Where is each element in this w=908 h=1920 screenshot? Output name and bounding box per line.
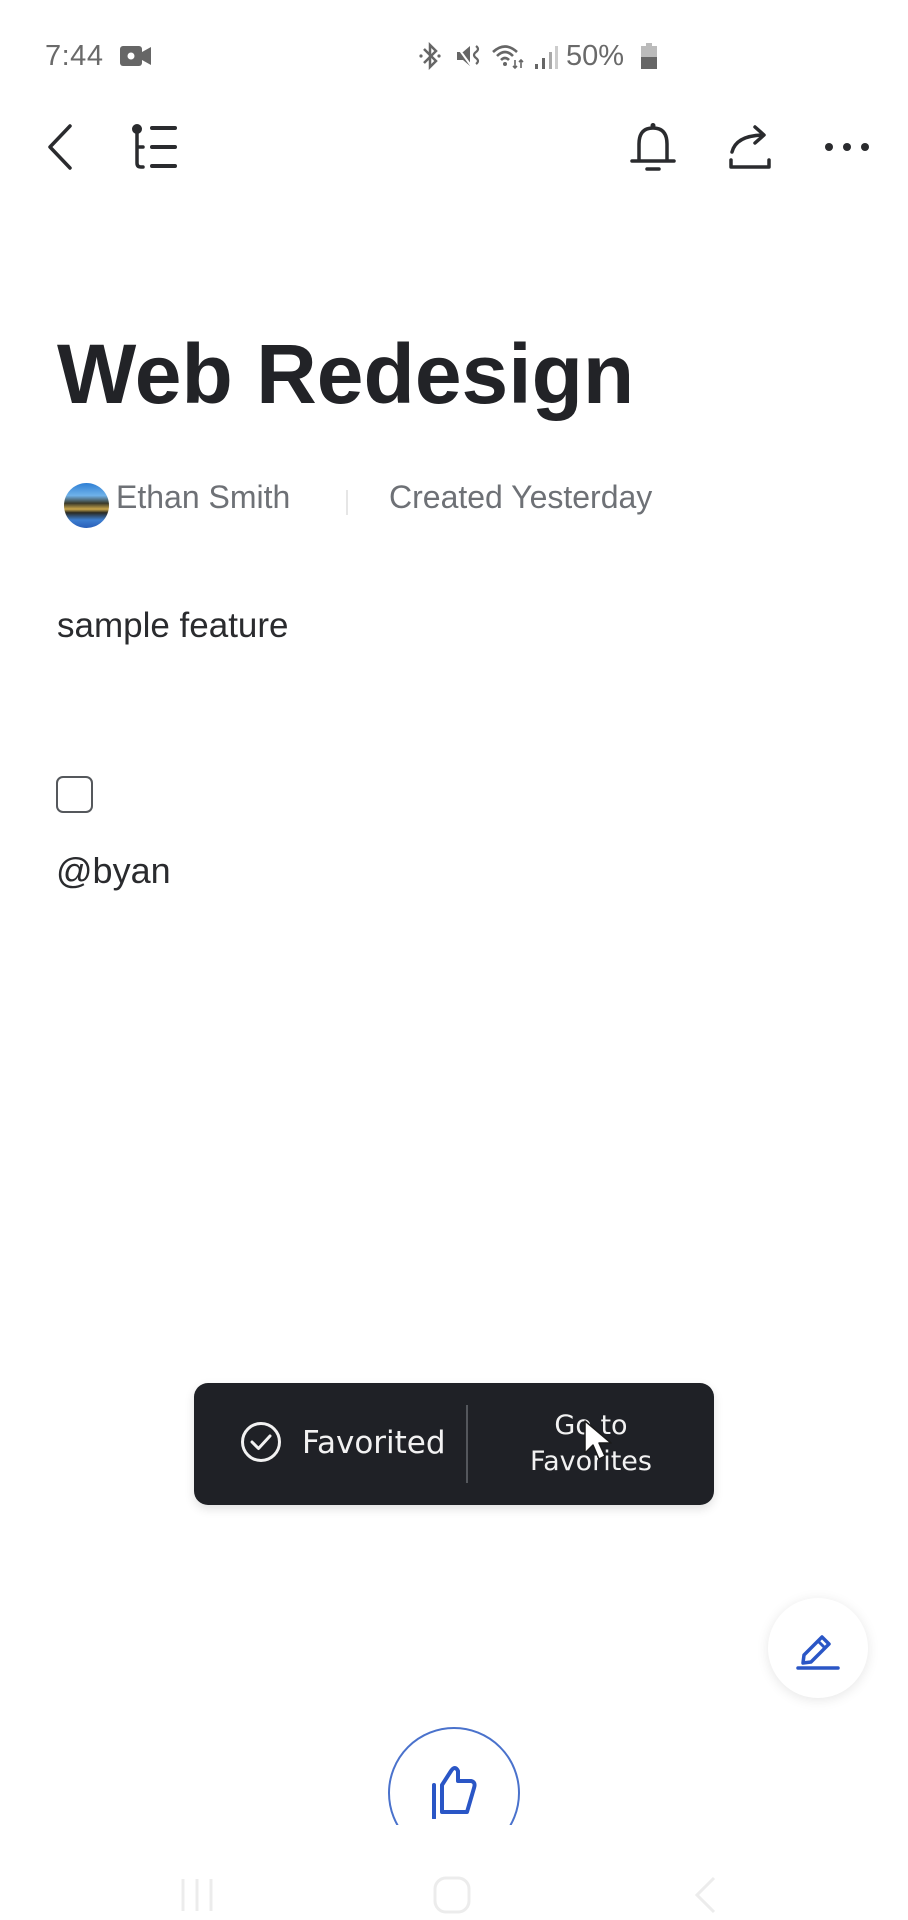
home-button[interactable] [422,1872,482,1918]
mute-vibrate-icon [455,44,480,68]
recents-button[interactable] [167,1872,227,1918]
notification-button[interactable] [620,116,686,178]
bell-icon [630,123,676,171]
share-button[interactable] [718,116,784,178]
back-icon [48,124,72,170]
mention[interactable]: @byan [56,850,171,892]
outline-button[interactable] [124,116,184,178]
todo-checkbox[interactable] [56,776,93,813]
pencil-icon [796,1635,840,1670]
like-area [380,1720,528,1825]
battery-percent: 50% [566,40,625,72]
more-options-button[interactable] [812,116,882,178]
outline-icon [132,124,177,169]
system-back-button[interactable] [675,1872,735,1918]
created-date: Created Yesterday [389,479,653,515]
wifi-icon [492,45,524,70]
more-icon [825,143,869,151]
share-icon [729,125,771,169]
body-text[interactable]: sample feature [57,606,289,646]
mouse-cursor-icon [584,1420,612,1460]
meta-divider [346,490,348,515]
favorited-toast: Favorited Go to Favorites [194,1383,714,1505]
check-circle-icon [241,1422,281,1462]
avatar[interactable] [64,483,109,528]
home-icon [433,1876,471,1914]
toast-message: Favorited [302,1425,446,1461]
edit-fab[interactable] [768,1598,868,1698]
author-name[interactable]: Ethan Smith [116,479,290,516]
bluetooth-icon [419,42,441,70]
page-title: Web Redesign [57,327,635,421]
like-button[interactable] [388,1727,520,1825]
back-button[interactable] [36,116,84,178]
battery-icon [641,43,657,69]
recents-icon [181,1879,213,1911]
thumbs-up-icon [432,1766,477,1819]
signal-icon [535,46,558,69]
status-time: 7:44 [45,40,104,72]
back-nav-icon [694,1876,716,1914]
video-record-icon [120,46,151,66]
